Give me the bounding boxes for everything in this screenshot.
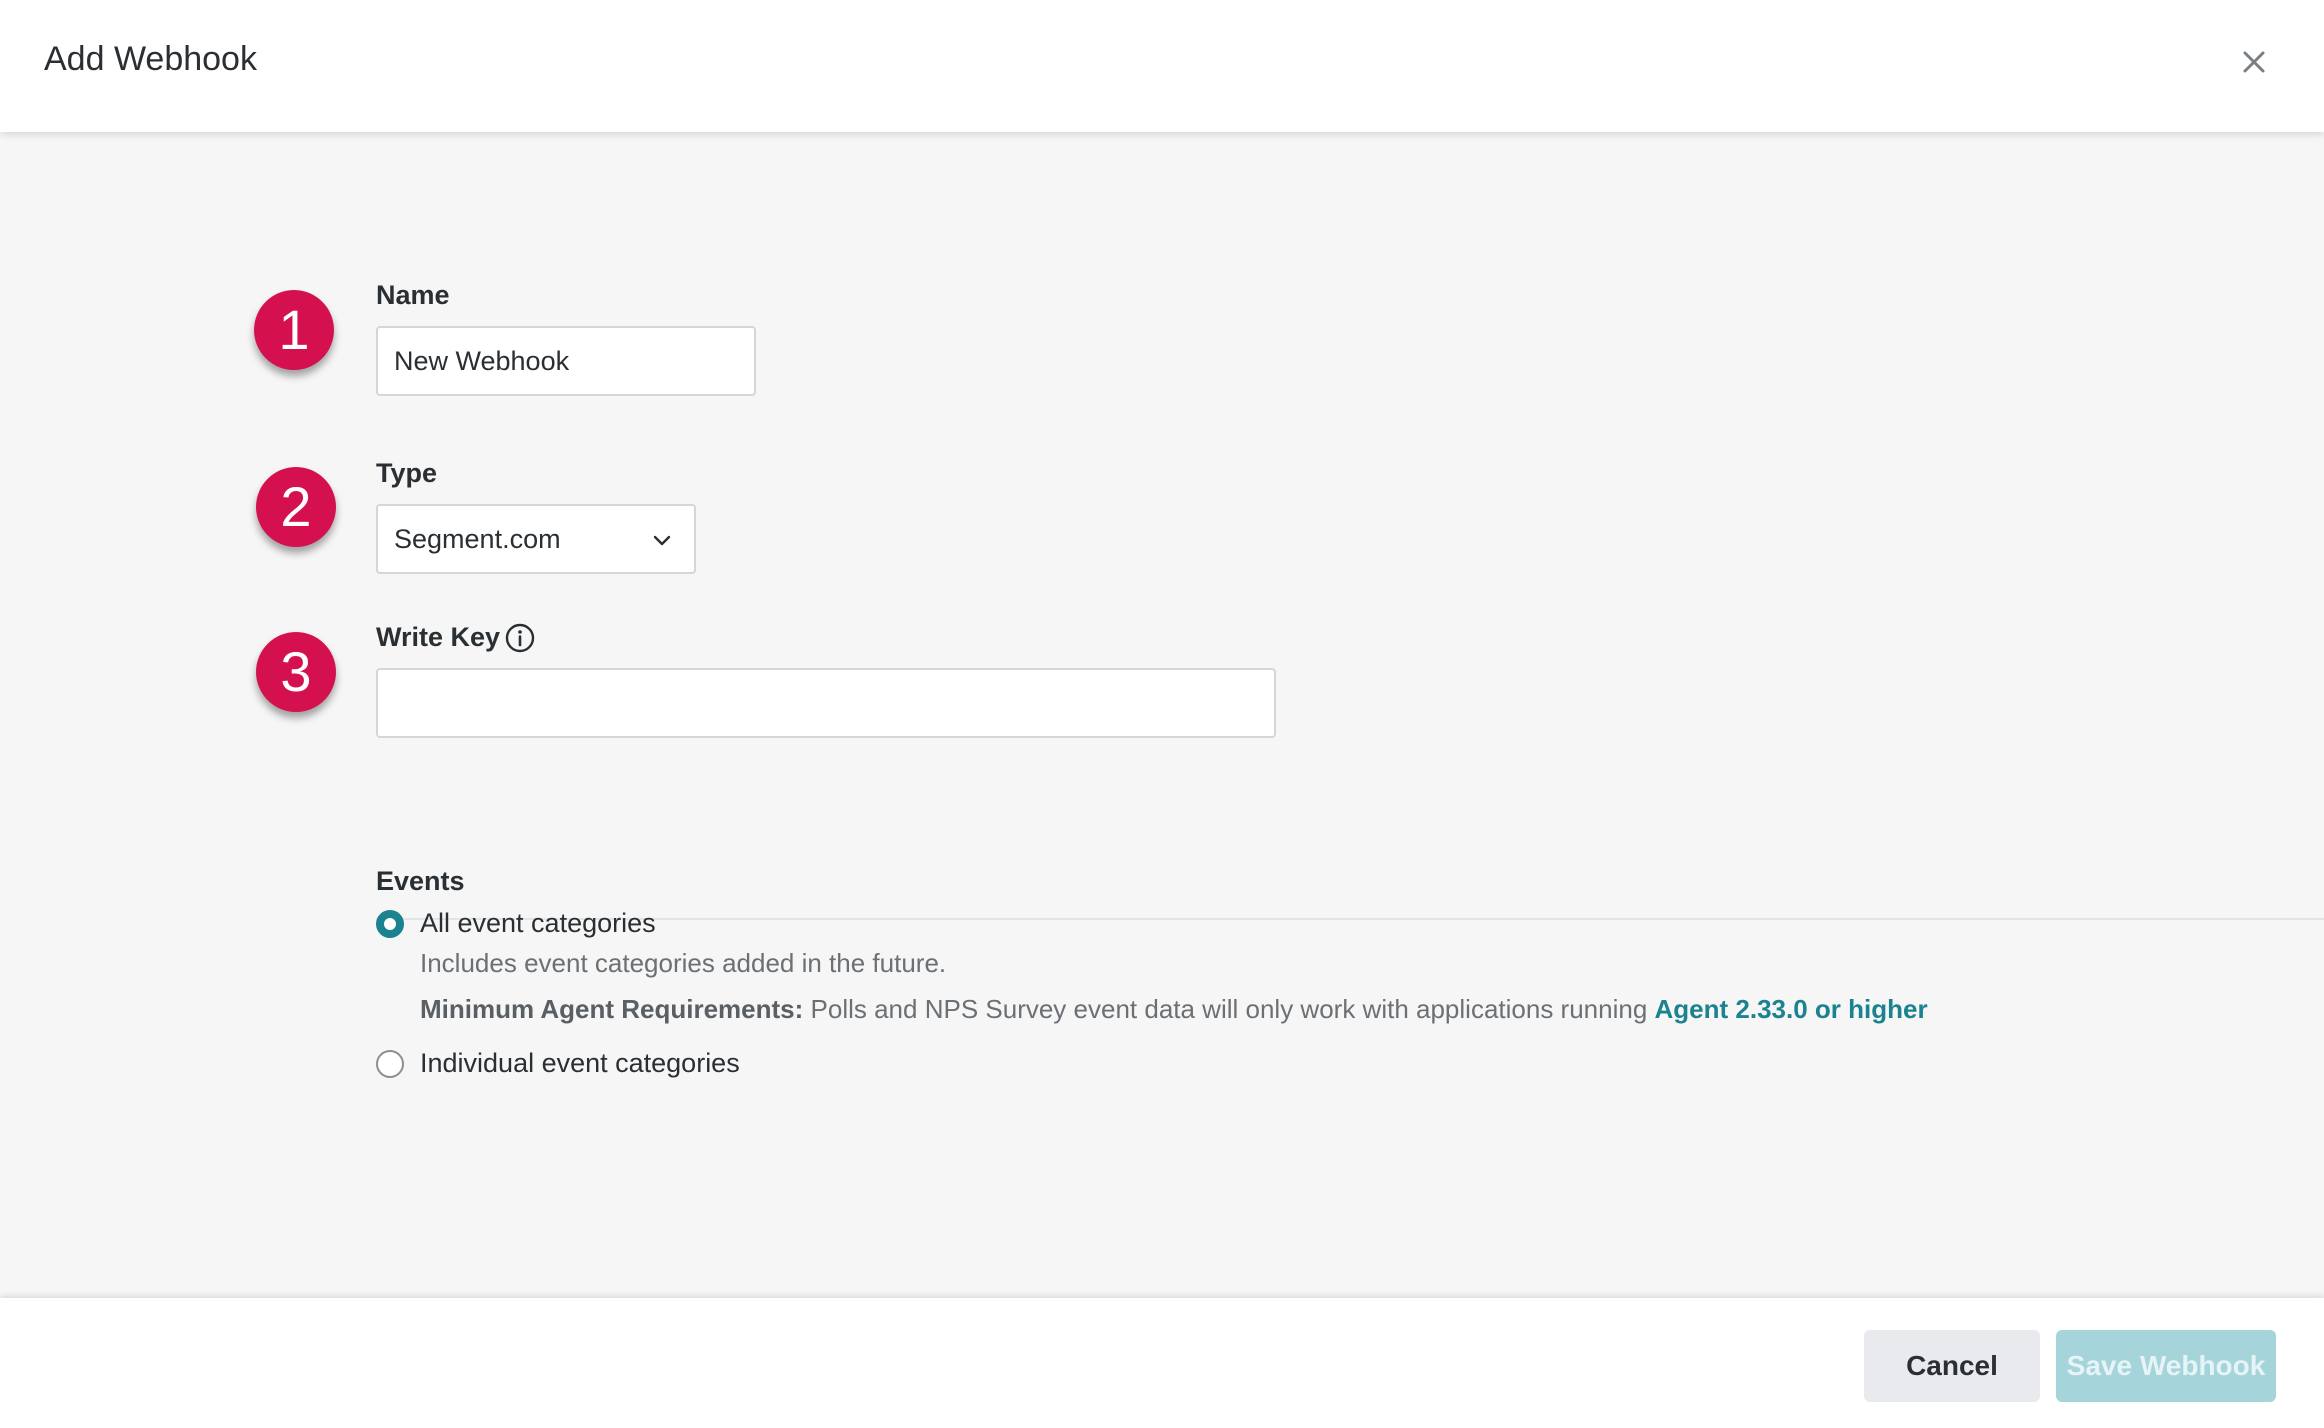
section-divider [376,918,2324,920]
step-badge-1: 1 [254,290,334,370]
requirements-label: Minimum Agent Requirements: [420,994,804,1024]
requirements-text: Polls and NPS Survey event data will onl… [803,994,1655,1024]
write-key-label: Write Key [376,622,501,652]
save-webhook-button[interactable]: Save Webhook [2056,1330,2276,1402]
close-icon[interactable] [2232,40,2276,84]
add-webhook-dialog: Add Webhook 1 2 3 Name New Webhook Type … [0,0,2324,1428]
all-event-categories-label[interactable]: All event categories [420,908,656,939]
info-icon[interactable] [504,622,536,654]
events-label: Events [376,866,465,896]
name-label: Name [376,280,450,310]
individual-event-categories-label[interactable]: Individual event categories [420,1048,740,1079]
chevron-down-icon [653,535,671,546]
step-badge-2: 2 [256,467,336,547]
name-input[interactable]: New Webhook [376,326,756,396]
dialog-header: Add Webhook [0,0,2324,132]
step-badge-3: 3 [256,632,336,712]
agent-version-link[interactable]: Agent 2.33.0 or higher [1655,994,1928,1024]
radio-individual-event-categories[interactable] [376,1050,404,1078]
dialog-title: Add Webhook [44,40,257,78]
type-label: Type [376,458,438,488]
cancel-button[interactable]: Cancel [1864,1330,2040,1402]
type-select[interactable]: Segment.com [376,504,696,574]
agent-requirements-note: Minimum Agent Requirements: Polls and NP… [420,994,1928,1025]
write-key-input[interactable] [376,668,1276,738]
events-hint: Includes event categories added in the f… [420,948,947,978]
dialog-footer: Cancel Save Webhook [0,1298,2324,1428]
dialog-body: 1 2 3 Name New Webhook Type Segment.com … [0,132,2324,1298]
radio-all-event-categories[interactable] [376,910,404,938]
type-select-value: Segment.com [394,524,561,554]
